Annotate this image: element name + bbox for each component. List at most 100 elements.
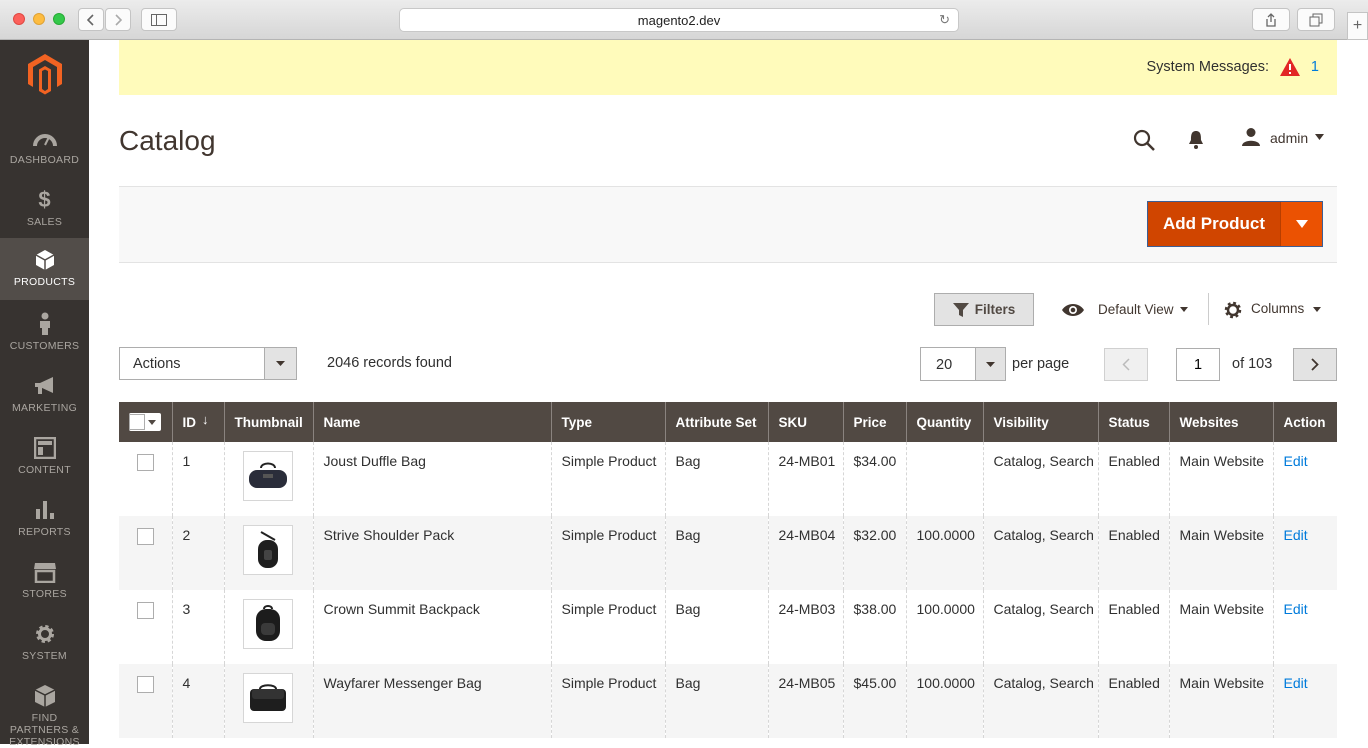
user-icon[interactable] xyxy=(1241,127,1261,147)
back-button[interactable] xyxy=(78,8,104,31)
cell-websites: Main Website xyxy=(1168,442,1273,516)
new-tab-button[interactable]: + xyxy=(1347,12,1368,40)
cell-sku: 24-MB04 xyxy=(767,516,843,590)
column-header-name[interactable]: Name xyxy=(312,402,551,442)
blocks-icon xyxy=(32,684,58,708)
total-pages-label: of 103 xyxy=(1232,356,1273,372)
close-window-button[interactable] xyxy=(13,13,25,25)
sidebar-item-products[interactable]: PRODUCTS xyxy=(0,238,89,300)
notification-bell-icon[interactable] xyxy=(1188,130,1204,150)
column-header-price[interactable]: Price xyxy=(842,402,906,442)
previous-page-button[interactable] xyxy=(1104,348,1148,381)
cell-quantity xyxy=(905,442,983,516)
sidebar-item-dashboard[interactable]: DASHBOARD xyxy=(0,116,89,178)
column-header-attribute-set[interactable]: Attribute Set xyxy=(664,402,768,442)
row-checkbox[interactable] xyxy=(137,602,154,619)
cell-visibility: Catalog, Search xyxy=(982,590,1098,664)
page-number-input[interactable] xyxy=(1176,348,1220,381)
cell-attribute-set: Bag xyxy=(664,590,768,664)
caret-down-icon xyxy=(276,361,285,366)
product-thumbnail[interactable] xyxy=(242,525,293,575)
cell-visibility: Catalog, Search xyxy=(982,664,1098,738)
column-header-id[interactable]: ID ↓ xyxy=(171,402,224,442)
column-header-visibility[interactable]: Visibility xyxy=(982,402,1098,442)
sidebar-item-reports[interactable]: REPORTS xyxy=(0,488,89,550)
add-product-dropdown-toggle[interactable] xyxy=(1280,202,1322,246)
sidebar-item-partners[interactable]: FIND PARTNERS & EXTENSIONS xyxy=(0,674,89,748)
edit-link[interactable]: Edit xyxy=(1284,527,1308,543)
eye-icon[interactable] xyxy=(1061,303,1085,317)
column-header-quantity[interactable]: Quantity xyxy=(905,402,983,442)
next-page-button[interactable] xyxy=(1293,348,1337,381)
per-page-label: per page xyxy=(1012,356,1070,372)
cell-id: 4 xyxy=(171,664,224,738)
cell-price: $45.00 xyxy=(842,664,906,738)
zoom-window-button[interactable] xyxy=(53,13,65,25)
sidebar-label: STORES xyxy=(22,588,67,600)
sidebar-label: PRODUCTS xyxy=(13,276,76,288)
toolbar-divider xyxy=(1208,293,1209,325)
system-messages-count-link[interactable]: 1 xyxy=(1311,59,1319,75)
messenger-bag-icon xyxy=(249,684,286,711)
chevron-down-icon[interactable] xyxy=(1315,134,1324,140)
per-page-select[interactable]: 20 xyxy=(920,347,1006,381)
row-checkbox[interactable] xyxy=(137,528,154,545)
filters-button[interactable]: Filters xyxy=(934,293,1034,326)
product-thumbnail[interactable] xyxy=(242,599,293,649)
table-row[interactable]: 3 Crown Summit Backpack Simple Product B… xyxy=(119,590,1337,664)
select-arrow[interactable] xyxy=(264,348,296,379)
chevron-down-icon[interactable] xyxy=(1180,307,1188,312)
table-row[interactable]: 1 Joust Duffle Bag Simple Product Bag 24… xyxy=(119,442,1337,516)
column-header-sku[interactable]: SKU xyxy=(767,402,843,442)
cell-attribute-set: Bag xyxy=(664,516,768,590)
edit-link[interactable]: Edit xyxy=(1284,675,1308,691)
sidebar-item-sales[interactable]: $ SALES xyxy=(0,178,89,240)
sidebar-item-marketing[interactable]: MARKETING xyxy=(0,364,89,426)
sidebar-item-customers[interactable]: CUSTOMERS xyxy=(0,302,89,364)
cell-id: 3 xyxy=(171,590,224,664)
sidebar-item-system[interactable]: SYSTEM xyxy=(0,612,89,674)
chevron-right-icon xyxy=(115,13,122,26)
edit-link[interactable]: Edit xyxy=(1284,453,1308,469)
minimize-window-button[interactable] xyxy=(33,13,45,25)
forward-button[interactable] xyxy=(105,8,131,31)
cell-status: Enabled xyxy=(1097,664,1169,738)
add-product-label[interactable]: Add Product xyxy=(1148,202,1280,246)
tabs-button[interactable] xyxy=(1297,8,1335,31)
add-product-button[interactable]: Add Product xyxy=(1147,201,1323,247)
mass-select-header[interactable] xyxy=(119,402,172,442)
table-row[interactable]: 2 Strive Shoulder Pack Simple Product Ba… xyxy=(119,516,1337,590)
product-thumbnail[interactable] xyxy=(242,451,293,501)
reload-icon[interactable]: ↻ xyxy=(939,12,950,28)
sidebar-toggle-button[interactable] xyxy=(141,8,177,31)
actions-select[interactable]: Actions xyxy=(119,347,297,380)
columns-dropdown[interactable]: Columns xyxy=(1251,301,1304,316)
table-row[interactable]: 4 Wayfarer Messenger Bag Simple Product … xyxy=(119,664,1337,738)
cell-type: Simple Product xyxy=(550,590,665,664)
search-icon[interactable] xyxy=(1132,128,1156,152)
row-checkbox[interactable] xyxy=(137,454,154,471)
sidebar-item-stores[interactable]: STORES xyxy=(0,550,89,612)
gear-icon[interactable] xyxy=(1223,300,1243,320)
address-bar[interactable]: magento2.dev ↻ xyxy=(399,8,959,32)
mass-select-checkbox[interactable] xyxy=(129,414,145,430)
column-header-type[interactable]: Type xyxy=(550,402,665,442)
product-thumbnail[interactable] xyxy=(242,673,293,723)
select-arrow[interactable] xyxy=(975,348,1005,380)
caret-down-icon[interactable] xyxy=(145,419,159,425)
chevron-down-icon[interactable] xyxy=(1313,307,1321,312)
share-button[interactable] xyxy=(1252,8,1290,31)
row-checkbox[interactable] xyxy=(137,676,154,693)
caret-down-icon xyxy=(986,361,995,367)
column-header-status[interactable]: Status xyxy=(1097,402,1169,442)
cell-attribute-set: Bag xyxy=(664,442,768,516)
edit-link[interactable]: Edit xyxy=(1284,601,1308,617)
admin-user-menu[interactable]: admin xyxy=(1270,130,1308,146)
chevron-left-icon xyxy=(87,13,94,26)
default-view-dropdown[interactable]: Default View xyxy=(1098,302,1174,317)
magento-logo-icon[interactable] xyxy=(25,52,65,96)
sidebar-item-content[interactable]: CONTENT xyxy=(0,426,89,488)
gear-icon xyxy=(32,622,58,646)
mass-select-dropdown[interactable] xyxy=(129,413,161,431)
column-header-websites[interactable]: Websites xyxy=(1168,402,1273,442)
